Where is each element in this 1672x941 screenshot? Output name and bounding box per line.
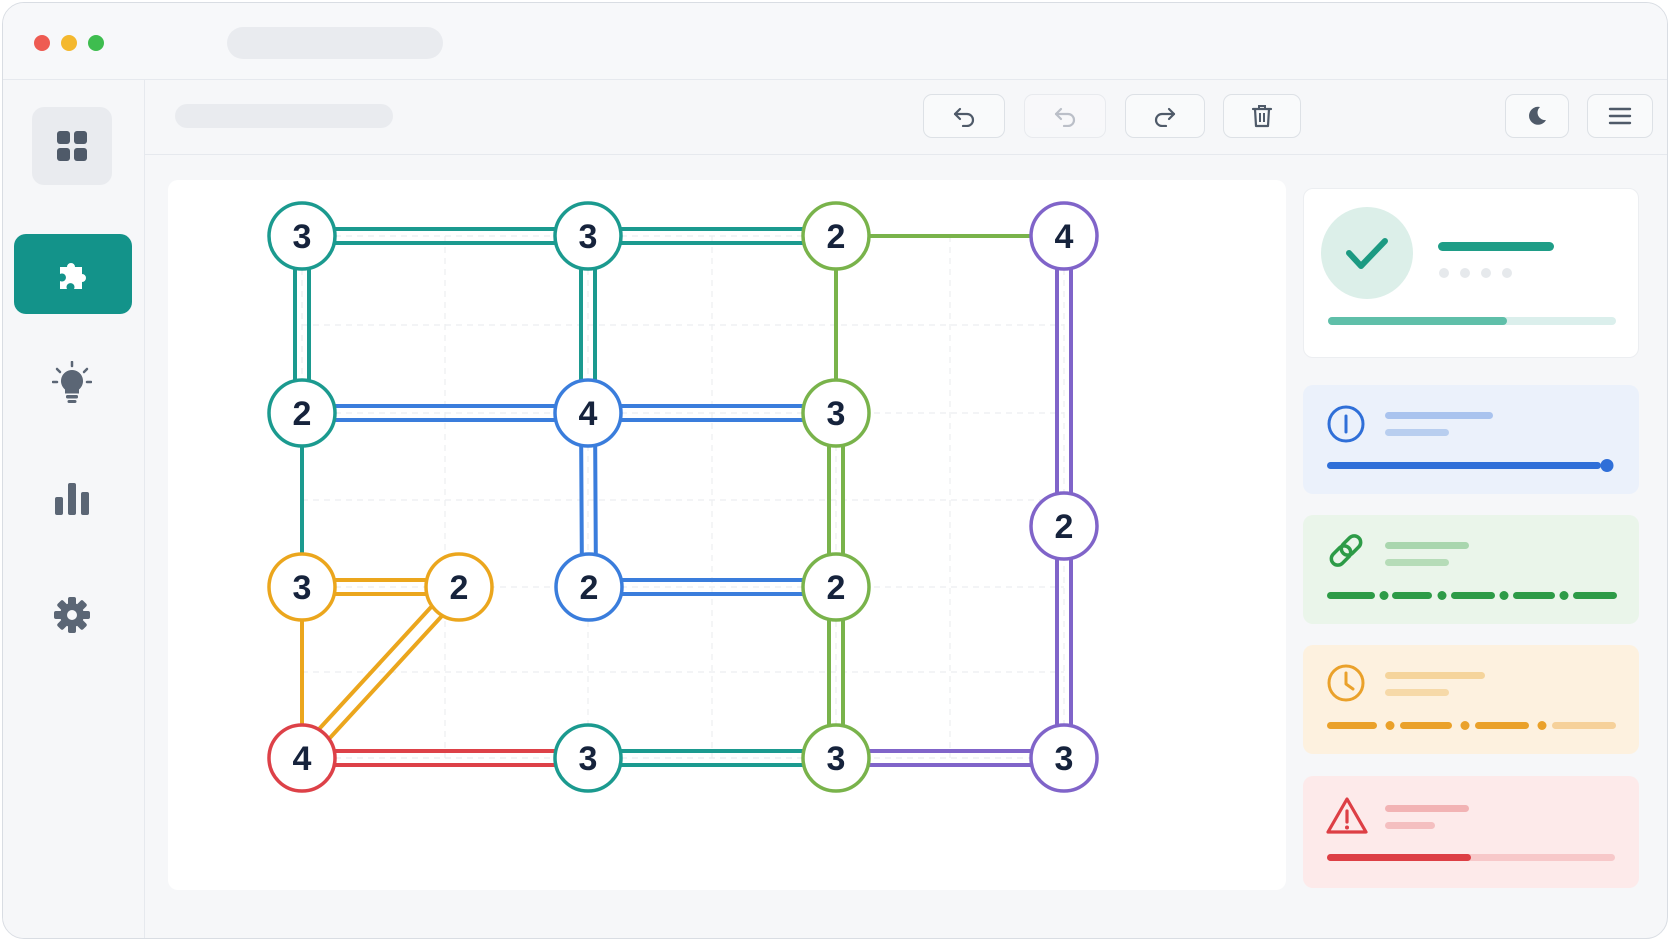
link-card bbox=[1303, 515, 1639, 624]
close-window-button[interactable] bbox=[34, 35, 50, 51]
status-panel bbox=[1303, 188, 1639, 358]
breadcrumb bbox=[175, 104, 393, 128]
hamburger-icon bbox=[1608, 107, 1632, 125]
puzzle-icon bbox=[60, 263, 86, 289]
island[interactable]: 2 bbox=[554, 552, 624, 622]
trash-icon bbox=[1251, 105, 1273, 128]
sidebar-item-stats[interactable] bbox=[32, 465, 112, 531]
sidebar-item-settings[interactable] bbox=[32, 580, 112, 650]
undo-icon bbox=[953, 107, 975, 127]
status-title-placeholder bbox=[1438, 242, 1554, 251]
moon-icon bbox=[1529, 106, 1546, 125]
info-card bbox=[1303, 385, 1639, 494]
delete-button[interactable] bbox=[1223, 94, 1301, 138]
island[interactable]: 2 bbox=[801, 552, 871, 622]
sidebar bbox=[3, 80, 145, 938]
island-value: 2 bbox=[293, 395, 312, 433]
island[interactable]: 3 bbox=[267, 552, 337, 622]
puzzle-board[interactable]: 3 3 2 4 2 4 3 2 3 2 2 2 4 3 3 3 bbox=[168, 180, 1286, 890]
address-bar[interactable] bbox=[227, 27, 443, 59]
island[interactable]: 4 bbox=[267, 723, 337, 793]
island-value: 2 bbox=[580, 569, 599, 607]
warning-progress-fill bbox=[1327, 854, 1471, 861]
bridge[interactable] bbox=[305, 589, 467, 765]
island-value: 3 bbox=[579, 218, 598, 256]
timer-dashed-bar bbox=[1327, 721, 1616, 730]
toolbar bbox=[145, 80, 1667, 155]
island[interactable]: 3 bbox=[267, 201, 337, 271]
island[interactable]: 2 bbox=[267, 378, 337, 448]
island[interactable]: 4 bbox=[1029, 201, 1099, 271]
island-value: 2 bbox=[1055, 508, 1074, 546]
status-progress-fill bbox=[1328, 317, 1507, 325]
island-value: 3 bbox=[827, 395, 846, 433]
link-dashed-bar bbox=[1327, 591, 1617, 600]
sidebar-item-dashboard[interactable] bbox=[32, 107, 112, 185]
clock-icon bbox=[1327, 664, 1365, 702]
island-value: 3 bbox=[293, 569, 312, 607]
island-value: 4 bbox=[293, 740, 312, 778]
island-value: 2 bbox=[450, 569, 469, 607]
island[interactable]: 3 bbox=[553, 201, 623, 271]
link-icon bbox=[1329, 534, 1363, 567]
grid-lines bbox=[301, 235, 1065, 759]
sidebar-item-hints[interactable] bbox=[32, 348, 112, 418]
island[interactable]: 3 bbox=[801, 723, 871, 793]
island-value: 4 bbox=[1055, 218, 1074, 256]
island-value: 2 bbox=[827, 569, 846, 607]
island[interactable]: 3 bbox=[1029, 723, 1099, 793]
grid-icon bbox=[57, 131, 87, 161]
menu-button[interactable] bbox=[1587, 94, 1653, 138]
timer-card bbox=[1303, 645, 1639, 754]
redo-button[interactable] bbox=[1125, 94, 1205, 138]
info-progress-handle[interactable] bbox=[1600, 459, 1614, 472]
island[interactable]: 2 bbox=[801, 201, 871, 271]
redo-icon bbox=[1154, 107, 1176, 127]
warning-icon bbox=[1326, 797, 1368, 834]
theme-toggle-button[interactable] bbox=[1505, 94, 1569, 138]
island[interactable]: 2 bbox=[1029, 491, 1099, 561]
island-value: 3 bbox=[579, 740, 598, 778]
island[interactable]: 3 bbox=[801, 378, 871, 448]
undo-button[interactable] bbox=[923, 94, 1005, 138]
island-value: 3 bbox=[827, 740, 846, 778]
island[interactable]: 3 bbox=[553, 723, 623, 793]
undo-icon bbox=[1054, 107, 1076, 127]
lightbulb-icon bbox=[52, 361, 92, 403]
island-value: 3 bbox=[293, 218, 312, 256]
island-value: 3 bbox=[1055, 740, 1074, 778]
board-canvas: 3 3 2 4 2 4 3 2 3 2 2 2 4 3 3 3 bbox=[267, 201, 1099, 793]
bar-chart-icon bbox=[55, 483, 89, 515]
islands-layer: 3 3 2 4 2 4 3 2 3 2 2 2 4 3 3 3 bbox=[267, 201, 1099, 793]
island[interactable]: 4 bbox=[553, 378, 623, 448]
island-value: 4 bbox=[579, 395, 598, 433]
info-icon bbox=[1327, 405, 1365, 443]
sidebar-item-puzzle[interactable] bbox=[14, 234, 132, 314]
undo-secondary-button[interactable] bbox=[1024, 94, 1106, 138]
bridges-layer bbox=[293, 227, 1073, 767]
title-bar bbox=[3, 3, 1667, 80]
maximize-window-button[interactable] bbox=[88, 35, 104, 51]
success-badge bbox=[1321, 207, 1413, 299]
gear-icon bbox=[54, 597, 90, 633]
info-progress-bar bbox=[1327, 462, 1601, 469]
minimize-window-button[interactable] bbox=[61, 35, 77, 51]
island[interactable]: 2 bbox=[424, 552, 494, 622]
island-value: 2 bbox=[827, 218, 846, 256]
warning-card bbox=[1303, 776, 1639, 888]
